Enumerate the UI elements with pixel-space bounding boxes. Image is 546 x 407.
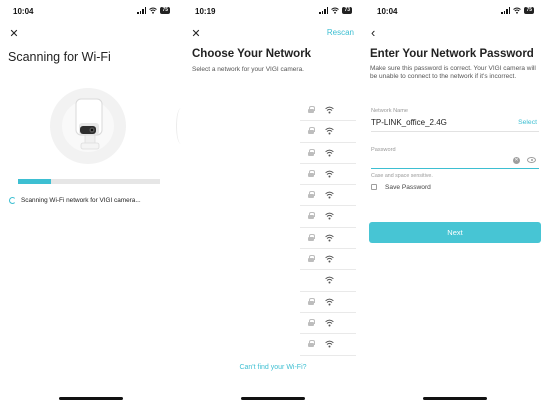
save-password-checkbox[interactable] [371,184,377,190]
save-password-label: Save Password [385,184,431,191]
password-hint: Case and space sensitive. [371,173,433,179]
network-name-value: TP-LINK_office_2.4G [371,118,447,127]
network-row[interactable] [300,270,356,292]
chevron-left-icon: ‹ [371,25,376,40]
lock-icon [308,106,315,113]
lock-icon [308,191,315,199]
network-row[interactable] [300,334,356,356]
network-row[interactable] [300,249,356,271]
password-field[interactable] [371,155,509,166]
network-row[interactable] [300,100,356,122]
wifi-signal-icon [325,255,334,263]
home-indicator [59,397,123,400]
wifi-signal-icon [325,234,334,242]
password-underline [371,168,539,169]
lock-icon [308,318,315,326]
network-row[interactable] [300,228,356,250]
show-password-icon[interactable] [527,157,536,163]
status-time: 10:19 [195,7,216,16]
scanning-screen: 10:04 75 ✕ Scanning for Wi-Fi Scanning W… [0,0,182,407]
page-title: Scanning for Wi-Fi [8,50,111,64]
wifi-signal-icon [325,106,334,114]
wifi-signal-icon [325,191,334,199]
home-indicator [241,397,305,400]
page-title: Choose Your Network [192,48,312,60]
signal-icon [137,7,147,14]
cant-find-wifi-link[interactable]: Can't find your Wi-Fi? [182,364,364,371]
network-name-label: Network Name [371,108,408,114]
status-bar: 10:04 75 [0,0,182,22]
select-network-button[interactable]: Select [518,119,537,126]
scan-progress-fill [18,179,51,184]
close-button[interactable]: ✕ [190,28,202,40]
network-name-underline [371,131,539,132]
network-password-screen: 10:04 75 ‹ Enter Your Network Password M… [364,0,546,407]
status-icons: 75 [501,7,534,14]
rescan-button[interactable]: Rescan [327,28,354,37]
wifi-signal-icon [325,319,334,327]
clear-input-icon[interactable]: ✕ [513,157,520,164]
wifi-signal-icon [325,298,334,306]
network-row[interactable] [300,185,356,207]
wifi-signal-icon [325,213,334,220]
back-button[interactable]: ‹ [371,26,375,39]
signal-icon [501,7,511,14]
choose-network-screen: 10:19 73 ‹ ✕ Rescan Choose Your Network … [182,0,364,407]
lock-icon [308,127,315,135]
wifi-signal-icon [325,149,334,157]
wifi-signal-icon [325,340,334,348]
lock-icon [308,148,315,156]
status-icons: 75 [137,7,170,14]
close-button[interactable]: ✕ [8,28,20,40]
battery-icon: 75 [160,7,170,14]
status-time: 10:04 [377,7,398,16]
loading-spinner-icon [9,197,16,204]
page-title: Enter Your Network Password [370,48,534,60]
signal-icon [319,7,329,14]
battery-icon: 73 [342,7,352,14]
network-list [300,100,356,356]
wifi-status-icon [513,7,522,14]
status-icons: 73 [319,7,352,14]
network-row[interactable] [300,164,356,186]
wifi-status-icon [331,7,340,14]
home-indicator [423,397,487,400]
network-row[interactable] [300,292,356,313]
close-icon: ✕ [9,28,19,40]
wifi-signal-icon [325,127,334,135]
network-row[interactable] [300,121,356,143]
wifi-signal-icon [325,276,334,284]
lock-icon [308,169,315,177]
status-bar: 10:04 75 [364,0,546,22]
lock-icon [308,233,315,241]
battery-icon: 75 [524,7,534,14]
wifi-status-icon [149,7,158,14]
scan-status-text: Scanning Wi-Fi network for VIGI camera..… [21,197,141,204]
status-time: 10:04 [13,7,34,16]
password-label: Password [371,147,396,153]
lock-icon [308,297,315,305]
close-icon: ✕ [191,28,201,40]
page-description: Make sure this password is correct. Your… [370,65,536,81]
lock-icon [308,340,315,348]
network-row[interactable] [300,143,356,164]
status-bar: 10:19 73 [182,0,364,22]
network-row[interactable] [300,313,356,335]
next-button[interactable]: Next [369,222,541,243]
scan-progress-bar [18,179,160,184]
page-subtitle: Select a network for your VIGI camera. [192,66,304,73]
wifi-signal-icon [325,170,334,178]
camera-illustration-icon [75,98,103,150]
lock-icon [308,255,315,263]
network-row[interactable] [300,206,356,228]
lock-icon [308,212,315,220]
